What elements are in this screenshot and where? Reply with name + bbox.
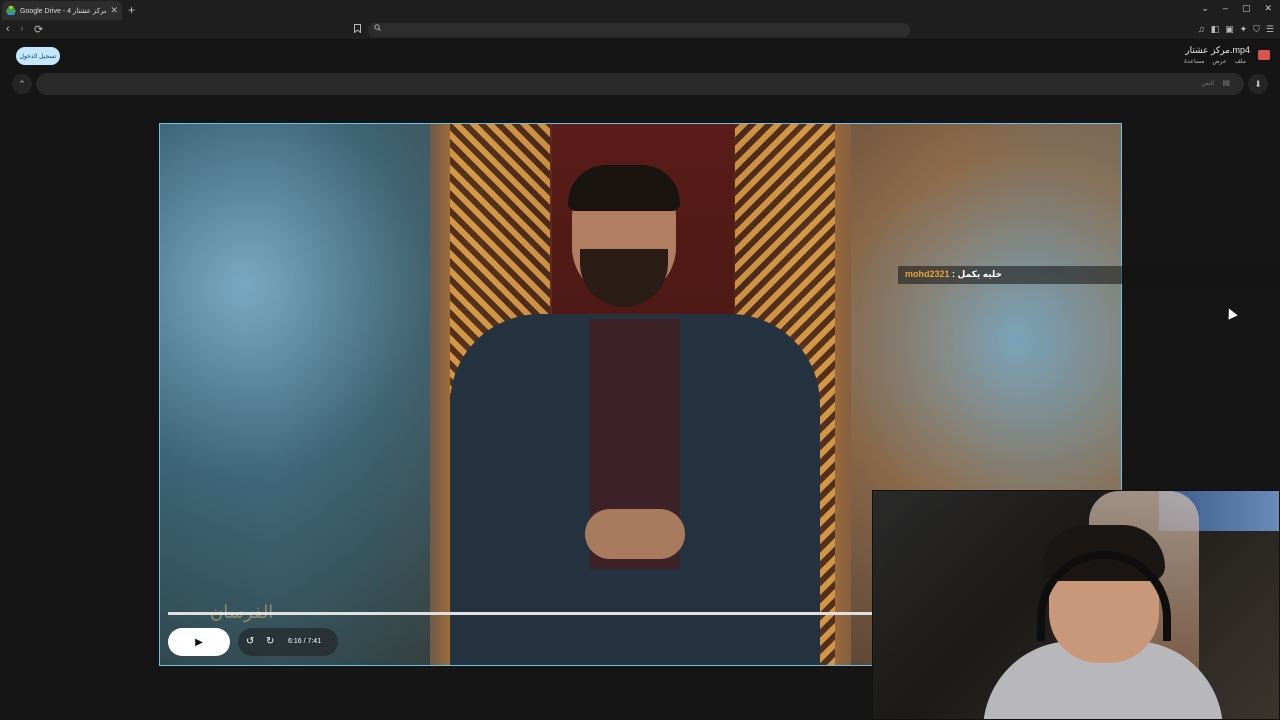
extension-icons: ♫ ◧ ▣ ✦ ⛉ ☰ (1198, 24, 1274, 35)
collapse-button[interactable]: ⌃ (12, 74, 32, 94)
video-background-left (160, 124, 430, 665)
video-file-icon (1258, 50, 1270, 60)
maximize-button[interactable]: ▢ (1242, 3, 1251, 14)
document-icon[interactable]: ▤ (1222, 78, 1230, 87)
extensions-icon[interactable]: ✦ (1240, 24, 1248, 35)
close-tab-icon[interactable]: ✕ (110, 5, 118, 16)
time-display: 6:16 / 7:41 (288, 638, 322, 645)
video-progress-bar[interactable] (168, 612, 872, 615)
search-icon (374, 24, 381, 33)
minimize-button[interactable]: – (1223, 3, 1228, 14)
webcam-overlay (872, 490, 1280, 720)
file-menus: ملف عرض مساعدة (1184, 58, 1246, 65)
chat-message: mohd2321 : خليه يكمل (905, 269, 1002, 280)
chat-separator: : (949, 269, 958, 279)
shield-icon[interactable]: ⛉ (1253, 24, 1260, 35)
google-drive-icon (6, 6, 16, 16)
forward-button[interactable]: › (20, 23, 24, 35)
window-controls: ⌄ – ▢ ✕ (1201, 3, 1272, 14)
download-button[interactable]: ⬇ (1248, 74, 1268, 94)
mouse-cursor-icon (1224, 306, 1238, 320)
browser-tab[interactable]: Google Drive - مركز عشتار 4 ✕ (2, 1, 122, 20)
menu-icon[interactable]: ☰ (1266, 24, 1274, 35)
tabs-icon[interactable]: ▣ (1225, 24, 1234, 35)
rewind-10-icon[interactable]: ↺ (246, 636, 254, 647)
presenter-hair (568, 165, 680, 211)
play-button[interactable]: ▶ (168, 628, 230, 656)
chat-text: خليه يكمل (957, 269, 1003, 279)
bookmark-icon[interactable] (354, 24, 361, 35)
url-input[interactable] (368, 23, 910, 37)
reload-button[interactable]: ⟳ (34, 23, 43, 36)
sign-in-button[interactable]: تسجيل الدخول (16, 47, 60, 65)
presenter-beard (580, 249, 668, 307)
menu-view[interactable]: عرض (1212, 58, 1226, 65)
sidebar-icon[interactable]: ◧ (1211, 24, 1220, 35)
tab-title: Google Drive - مركز عشتار 4 (20, 7, 107, 15)
media-icon[interactable]: ♫ (1198, 24, 1205, 35)
presenter-hands (585, 509, 685, 559)
menu-help[interactable]: مساعدة (1184, 58, 1204, 65)
toolbar-text[interactable]: النص (1201, 80, 1214, 87)
address-toolbar: ‹ › ⟳ ♫ ◧ ▣ ✦ ⛉ ☰ (0, 20, 1280, 40)
file-name: مركز عشتار.mp4 (1185, 45, 1250, 55)
presenter (450, 165, 820, 665)
tab-search-icon[interactable]: ⌄ (1201, 3, 1209, 14)
chat-username: mohd2321 (905, 269, 950, 279)
browser-tab-bar: Google Drive - مركز عشتار 4 ✕ + ⌄ – ▢ ✕ (0, 0, 1280, 20)
viewer-toolbar: النص ▤ (36, 73, 1244, 95)
forward-10-icon[interactable]: ↻ (266, 636, 274, 647)
new-tab-button[interactable]: + (128, 3, 135, 17)
close-window-button[interactable]: ✕ (1264, 3, 1272, 14)
menu-file[interactable]: ملف (1235, 58, 1246, 65)
back-button[interactable]: ‹ (6, 23, 10, 35)
